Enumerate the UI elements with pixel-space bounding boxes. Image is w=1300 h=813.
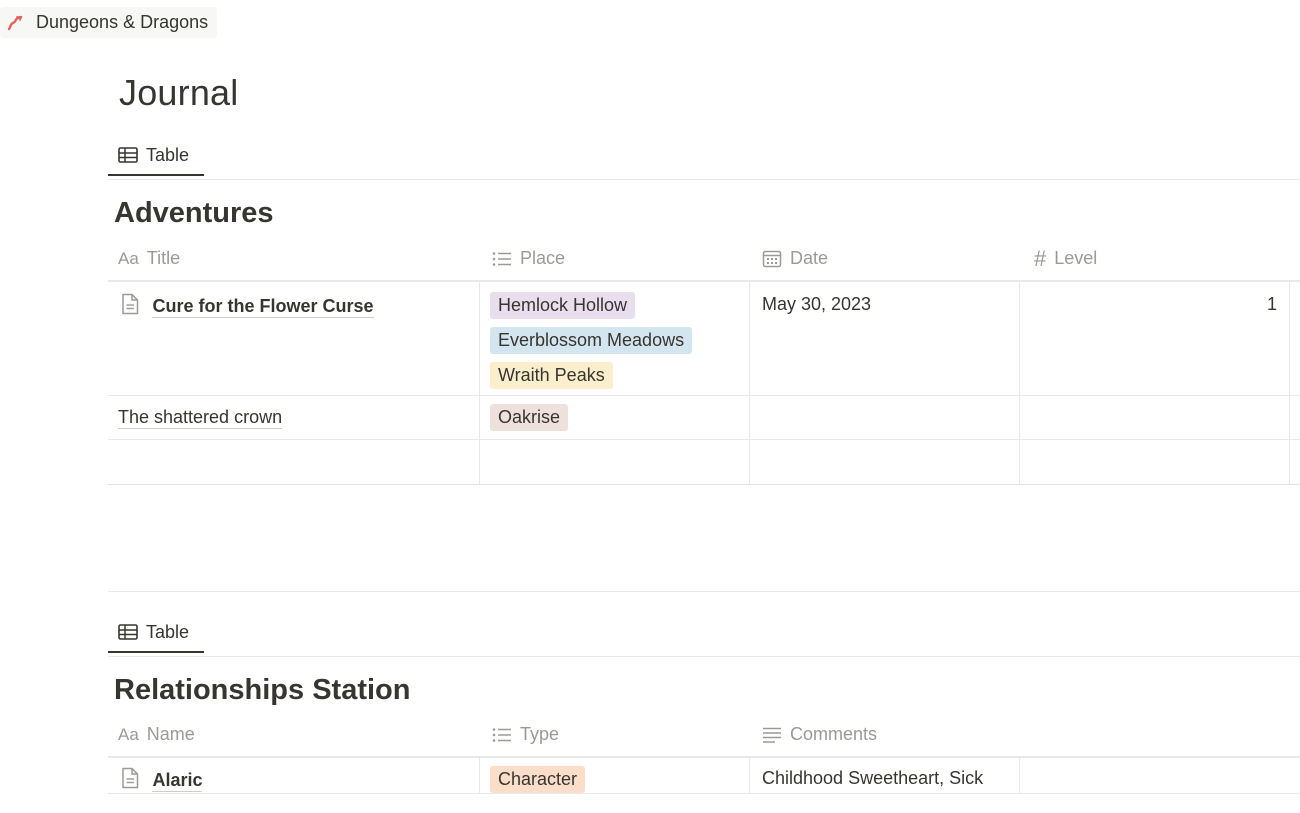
row-filler [1290,282,1300,395]
column-header-type[interactable]: Type [480,713,750,756]
tab-table-view[interactable]: Table [108,613,204,653]
row-title[interactable]: Alaric [152,770,203,792]
column-header-place[interactable]: Place [480,237,750,280]
type-tag: Character [490,766,586,793]
number-type-icon: # [1034,245,1047,271]
relationships-table: Aa Name Type Comments Alaric Character C… [108,713,1300,794]
page-icon [122,293,139,315]
comment-value: Childhood Sweetheart, Sick [762,768,984,788]
table-icon [118,147,138,163]
adventures-table: Aa Title Place Date # Level Cure for the… [108,237,1300,485]
divider [108,179,1300,180]
list-icon [492,727,511,742]
row-filler [1290,396,1300,439]
row-title[interactable]: Cure for the Flower Curse [152,296,374,318]
page-icon [122,767,139,789]
row-title[interactable]: The shattered crown [118,407,283,429]
row-filler [1020,758,1290,793]
table-header-row: Aa Title Place Date # Level [108,237,1300,281]
title-cell[interactable] [108,440,480,484]
column-header-title[interactable]: Aa Title [108,237,480,280]
place-cell[interactable] [480,440,750,484]
table-header-row: Aa Name Type Comments [108,713,1300,757]
database-title: Adventures [114,197,274,229]
tab-label: Table [146,144,190,165]
table-icon [118,624,138,640]
date-cell[interactable] [750,440,1020,484]
column-header-level[interactable]: # Level [1020,237,1290,280]
list-icon [492,251,511,266]
place-tag: Oakrise [490,404,569,431]
breadcrumb-workspace: Dungeons & Dragons [36,12,209,32]
name-cell[interactable]: Alaric [108,758,480,793]
text-type-icon: Aa [118,248,139,268]
tab-label: Table [146,621,190,642]
table-row[interactable]: Alaric Character Childhood Sweetheart, S… [108,757,1300,794]
column-header-date[interactable]: Date [750,237,1020,280]
column-header-name[interactable]: Aa Name [108,713,480,756]
breadcrumb[interactable]: Dungeons & Dragons [0,7,218,38]
divider [108,656,1300,657]
place-tag: Hemlock Hollow [490,292,636,319]
level-cell[interactable] [1020,396,1290,439]
database-title: Relationships Station [114,674,411,706]
row-filler [1290,440,1300,484]
place-tag: Everblossom Meadows [490,327,693,354]
table-row-empty[interactable] [108,440,1300,485]
place-cell[interactable]: Oakrise [480,396,750,439]
divider [108,591,1300,592]
comments-cell[interactable]: Childhood Sweetheart, Sick [750,758,1020,793]
title-cell[interactable]: Cure for the Flower Curse [108,282,480,395]
tab-table-view[interactable]: Table [108,136,204,176]
table-row[interactable]: Cure for the Flower Curse Hemlock Hollow… [108,281,1300,396]
calendar-icon [762,250,782,267]
type-cell[interactable]: Character [480,758,750,793]
table-row[interactable]: The shattered crown Oakrise [108,396,1300,440]
date-cell[interactable]: May 30, 2023 [750,282,1020,395]
place-cell[interactable]: Hemlock Hollow Everblossom Meadows Wrait… [480,282,750,395]
level-cell[interactable]: 1 [1020,282,1290,395]
column-header-comments[interactable]: Comments [750,713,1020,756]
page-title: Journal [119,72,239,113]
date-value: May 30, 2023 [762,294,872,314]
text-lines-icon [763,727,781,743]
date-cell[interactable] [750,396,1020,439]
place-tag: Wraith Peaks [490,362,613,389]
title-cell[interactable]: The shattered crown [108,396,480,439]
text-type-icon: Aa [118,724,139,744]
level-cell[interactable] [1020,440,1290,484]
dragon-logo-icon [6,13,26,33]
level-value: 1 [1266,294,1277,314]
